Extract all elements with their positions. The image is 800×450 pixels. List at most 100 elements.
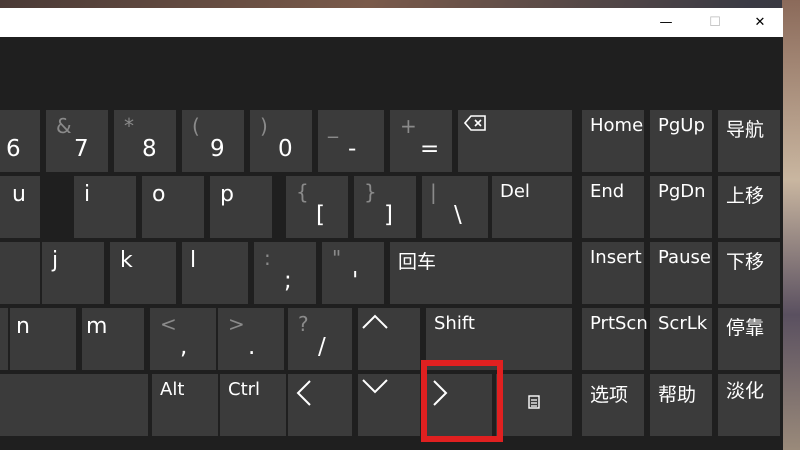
key-minus[interactable]: _ - [318,110,384,172]
key-quote[interactable]: " ' [322,242,384,304]
key-8[interactable]: * 8 [114,110,176,172]
key-insert[interactable]: Insert [582,242,644,304]
key-home[interactable]: Home [582,110,644,172]
key-7[interactable]: & 7 [46,110,108,172]
annotation-highlight-box [421,360,503,442]
key-minus-label: - [348,136,357,162]
key-arrow-up[interactable] [358,308,420,370]
maximize-button[interactable]: ☐ [692,8,738,37]
key-i-label: i [84,182,91,207]
key-left-bracket-shift-label: { [296,180,309,204]
key-options[interactable]: 选项 [582,374,644,436]
key-space-partial[interactable] [0,374,148,436]
key-j[interactable]: j [42,242,104,304]
key-backslash[interactable]: | \ [422,176,488,238]
key-pause[interactable]: Pause [650,242,712,304]
key-enter[interactable]: 回车 [390,242,572,304]
key-7-label: 7 [74,136,89,162]
key-o[interactable]: o [142,176,204,238]
key-semicolon-shift-label: : [264,246,271,270]
key-left-bracket[interactable]: { [ [286,176,348,238]
key-0-label: 0 [278,136,293,162]
key-right-bracket[interactable]: } ] [354,176,416,238]
key-6[interactable]: 6 [0,110,40,172]
key-j-label: j [52,248,59,273]
key-backspace[interactable] [458,110,572,172]
key-prtscn-label: PrtScn [590,313,648,334]
key-equals-label: = [420,136,440,162]
key-alt[interactable]: Alt [152,374,218,436]
key-m[interactable]: m [82,308,144,370]
key-k-label: k [120,248,133,273]
key-pgdn[interactable]: PgDn [650,176,712,238]
key-minus-shift-label: _ [328,114,338,138]
key-quote-shift-label: " [332,246,342,270]
key-move-up[interactable]: 上移 [718,176,780,238]
key-left-bracket-label: [ [316,202,325,228]
key-n-label: n [16,314,30,339]
key-move-down-label: 下移 [726,251,765,273]
key-u[interactable]: u [0,176,40,238]
key-nav-label: 导航 [726,119,765,141]
key-period[interactable]: > . [218,308,284,370]
key-semicolon[interactable]: : ; [254,242,316,304]
key-slash-label: / [318,334,326,360]
key-p[interactable]: p [210,176,272,238]
key-k[interactable]: k [110,242,176,304]
key-8-shift-label: * [124,114,134,138]
key-period-label: . [248,334,256,360]
key-pgup[interactable]: PgUp [650,110,712,172]
key-insert-label: Insert [590,247,642,268]
key-quote-label: ' [352,268,359,294]
key-dock-label: 停靠 [726,317,765,339]
key-nav[interactable]: 导航 [718,110,780,172]
arrow-up-icon [362,314,388,329]
key-dock[interactable]: 停靠 [718,308,780,370]
key-i[interactable]: i [74,176,136,238]
minimize-icon: — [659,15,673,30]
key-b-partial[interactable] [0,308,8,370]
key-0-shift-label: ) [260,114,268,138]
key-backslash-shift-label: | [430,180,437,204]
key-slash[interactable]: ? / [288,308,352,370]
key-o-label: o [152,182,166,207]
key-prtscn[interactable]: PrtScn [582,308,648,370]
key-semicolon-label: ; [284,268,292,294]
key-ctrl-label: Ctrl [228,379,261,400]
arrow-down-icon [362,379,388,394]
key-help-label: 帮助 [658,384,697,406]
key-scrlk[interactable]: ScrLk [650,308,712,370]
key-home-label: Home [590,115,644,136]
key-h-partial[interactable] [0,242,40,304]
key-0[interactable]: ) 0 [250,110,312,172]
key-ctrl[interactable]: Ctrl [220,374,286,436]
key-l[interactable]: l [182,242,248,304]
key-fade[interactable]: 淡化 [718,374,780,436]
key-equals[interactable]: + = [390,110,452,172]
key-n[interactable]: n [10,308,76,370]
key-8-label: 8 [142,136,157,162]
key-arrow-left[interactable] [288,374,352,436]
key-9-label: 9 [210,136,225,162]
close-button[interactable]: ✕ [737,8,783,37]
key-end-label: End [590,181,625,202]
key-move-down[interactable]: 下移 [718,242,780,304]
key-9[interactable]: ( 9 [182,110,244,172]
key-pgup-label: PgUp [658,115,705,136]
key-help[interactable]: 帮助 [650,374,712,436]
key-9-shift-label: ( [192,114,200,138]
key-end[interactable]: End [582,176,644,238]
minimize-button[interactable]: — [643,8,689,37]
key-del[interactable]: Del [492,176,572,238]
key-7-shift-label: & [56,114,72,138]
key-u-label: u [12,182,26,207]
close-icon: ✕ [754,15,766,30]
key-arrow-down[interactable] [358,374,420,436]
arrow-left-icon [296,380,311,406]
desktop-wallpaper-edge [782,0,800,450]
key-comma[interactable]: < , [150,308,216,370]
key-menu[interactable] [496,374,572,436]
maximize-icon: ☐ [709,15,721,30]
key-equals-shift-label: + [400,114,417,138]
key-right-bracket-label: ] [384,202,393,228]
